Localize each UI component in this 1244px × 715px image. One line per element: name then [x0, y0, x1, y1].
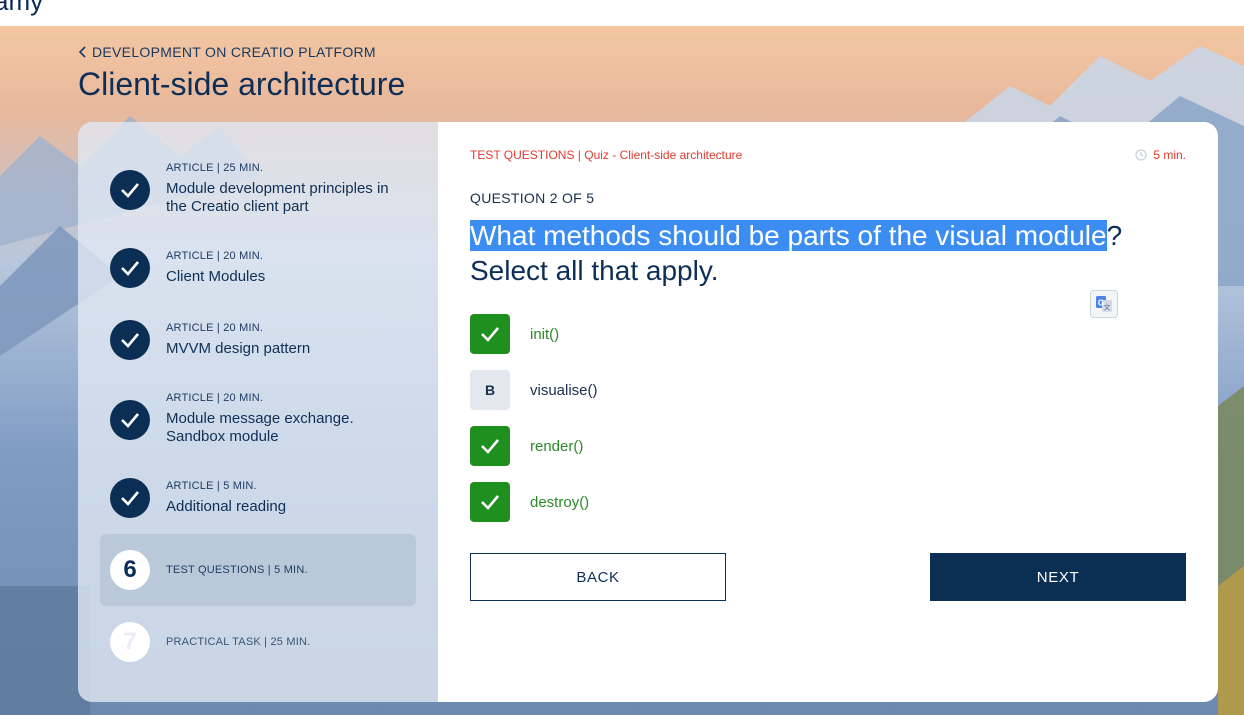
sidebar-item-title: Module message exchange. Sandbox module	[166, 410, 354, 445]
sidebar-item-client-modules[interactable]: ARTICLE | 20 MIN. Client Modules	[100, 244, 416, 294]
clock-icon	[1135, 149, 1147, 161]
hero-background: DEVELOPMENT ON CREATIO PLATFORM Client-s…	[0, 26, 1244, 715]
answer-label: destroy()	[530, 493, 590, 511]
completed-check-icon	[110, 400, 150, 440]
answer-letter: B	[470, 370, 510, 410]
sidebar-item-title: MVVM design pattern	[166, 340, 311, 357]
svg-text:文: 文	[1104, 303, 1111, 312]
sidebar-item-module-development[interactable]: ARTICLE | 25 MIN. Module development pri…	[100, 156, 416, 220]
breadcrumb-back-link[interactable]: DEVELOPMENT ON CREATIO PLATFORM	[78, 44, 376, 60]
sidebar-item-meta: ARTICLE | 5 MIN.	[166, 480, 257, 492]
answer-option-c[interactable]: render()	[470, 426, 583, 466]
answer-label: init()	[530, 325, 560, 343]
sidebar-item-meta: PRACTICAL TASK | 25 MIN.	[166, 636, 311, 648]
lesson-sidebar: ARTICLE | 25 MIN. Module development pri…	[78, 122, 438, 702]
sidebar-item-title: Additional reading	[166, 498, 287, 515]
answer-option-d[interactable]: destroy()	[470, 482, 589, 522]
answer-label: visualise()	[530, 381, 598, 399]
answer-option-b[interactable]: B visualise()	[470, 370, 598, 410]
checkmark-icon	[470, 482, 510, 522]
sidebar-item-meta: ARTICLE | 20 MIN.	[166, 322, 264, 334]
question-selected-text: What methods should be parts of the visu…	[470, 220, 1107, 251]
sidebar-item-meta: TEST QUESTIONS | 5 MIN.	[166, 564, 308, 576]
chevron-left-icon	[78, 46, 86, 58]
sidebar-item-meta: ARTICLE | 20 MIN.	[166, 250, 264, 262]
logo-text-fragment: amy	[0, 0, 44, 16]
back-button[interactable]: BACK	[470, 553, 726, 601]
quiz-panel: TEST QUESTIONS | Quiz - Client-side arch…	[438, 122, 1218, 702]
sidebar-item-practical-task[interactable]: 7 PRACTICAL TASK | 25 MIN.	[100, 616, 416, 666]
sidebar-item-message-exchange[interactable]: ARTICLE | 20 MIN. Module message exchang…	[100, 386, 416, 450]
page-title: Client-side architecture	[78, 66, 406, 102]
answer-option-a[interactable]: init()	[470, 314, 559, 354]
step-number-badge: 7	[110, 622, 150, 662]
lesson-card: ARTICLE | 25 MIN. Module development pri…	[78, 122, 1218, 702]
step-number-badge: 6	[110, 550, 150, 590]
sidebar-item-mvvm[interactable]: ARTICLE | 20 MIN. MVVM design pattern	[100, 316, 416, 366]
sidebar-item-meta: ARTICLE | 20 MIN.	[166, 392, 264, 404]
quiz-breadcrumb: TEST QUESTIONS | Quiz - Client-side arch…	[470, 148, 743, 162]
completed-check-icon	[110, 478, 150, 518]
sidebar-item-test-questions[interactable]: 6 TEST QUESTIONS | 5 MIN.	[100, 534, 416, 606]
google-translate-icon[interactable]: G 文	[1090, 290, 1118, 318]
top-bar: amy	[0, 0, 1244, 26]
quiz-duration: 5 min.	[1135, 148, 1186, 162]
question-counter: QUESTION 2 OF 5	[470, 190, 595, 206]
completed-check-icon	[110, 248, 150, 288]
checkmark-icon	[470, 314, 510, 354]
sidebar-item-additional-reading[interactable]: ARTICLE | 5 MIN. Additional reading	[100, 474, 416, 524]
next-button[interactable]: NEXT	[930, 553, 1186, 601]
question-text: What methods should be parts of the visu…	[470, 218, 1130, 288]
completed-check-icon	[110, 320, 150, 360]
sidebar-item-meta: ARTICLE | 25 MIN.	[166, 162, 264, 174]
duration-label: 5 min.	[1153, 148, 1186, 162]
sidebar-item-title: Client Modules	[166, 268, 266, 285]
answer-label: render()	[530, 437, 584, 455]
checkmark-icon	[470, 426, 510, 466]
completed-check-icon	[110, 170, 150, 210]
sidebar-item-title: Module development principles in the Cre…	[166, 180, 389, 215]
breadcrumb-label: DEVELOPMENT ON CREATIO PLATFORM	[92, 44, 376, 60]
